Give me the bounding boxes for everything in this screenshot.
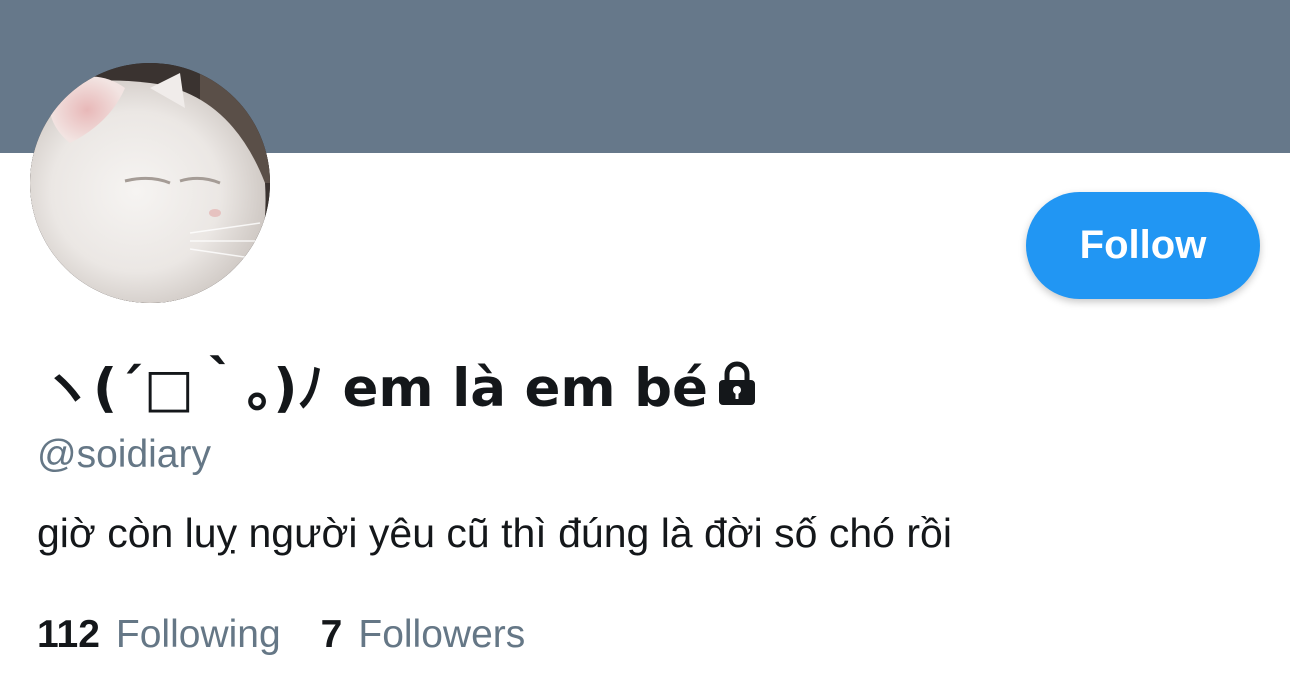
- followers-count: 7: [320, 613, 343, 656]
- avatar[interactable]: [30, 63, 270, 303]
- followers-label: Followers: [358, 613, 526, 656]
- white-cat-photo: [30, 63, 270, 303]
- followers-stat[interactable]: 7 Followers: [321, 613, 526, 657]
- following-label: Following: [115, 613, 281, 656]
- display-name-row: ヽ(´□｀。)ﾉ em là em bé: [40, 349, 760, 419]
- profile-stats: 112 Following 7 Followers: [37, 613, 565, 657]
- profile-page: Follow ヽ(´□｀。)ﾉ em là em bé @soidiary gi…: [0, 0, 1290, 693]
- following-count: 112: [37, 613, 100, 656]
- display-name: ヽ(´□｀。)ﾉ em là em bé: [40, 358, 708, 419]
- lock-icon: [714, 361, 760, 407]
- profile-bio: giờ còn luỵ người yêu cũ thì đúng là đời…: [37, 510, 952, 556]
- follow-button[interactable]: Follow: [1026, 192, 1260, 299]
- user-handle: @soidiary: [37, 433, 211, 476]
- following-stat[interactable]: 112 Following: [37, 613, 281, 657]
